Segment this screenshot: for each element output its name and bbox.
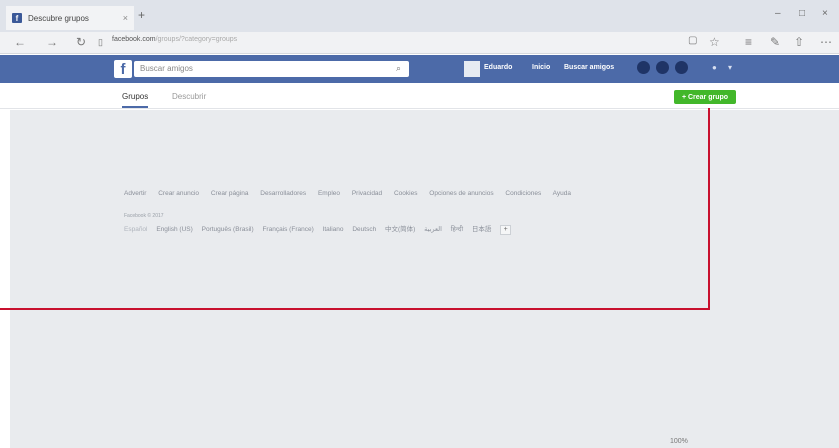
reload-icon[interactable]: ↻ <box>76 35 86 49</box>
web-note-icon[interactable]: ✎ <box>770 35 780 49</box>
footer-link[interactable]: Advertir <box>124 190 146 197</box>
language-link[interactable]: Deutsch <box>352 226 376 233</box>
address-bar: ← → ↻ ▯ facebook.com/groups/?category=gr… <box>0 32 839 54</box>
account-menu-icon[interactable]: ▾ <box>728 63 732 72</box>
url-domain: facebook.com <box>112 36 156 43</box>
profile-link[interactable]: Eduardo <box>484 64 512 71</box>
footer-link[interactable]: Crear página <box>211 190 249 197</box>
notifications-icon[interactable] <box>675 61 688 74</box>
tab-groups[interactable]: Grupos <box>122 92 149 108</box>
reading-view-icon[interactable]: ▢ <box>688 35 697 46</box>
lock-icon: ▯ <box>98 37 103 47</box>
quick-help-icon[interactable]: ● <box>712 63 717 72</box>
facebook-logo-icon[interactable]: f <box>114 60 132 78</box>
tab-close-icon[interactable]: × <box>123 13 128 23</box>
zoom-status: 100% <box>670 438 688 445</box>
main-content <box>10 110 839 448</box>
facebook-top-bar: f Buscar amigos ⌕ Eduardo Inicio Buscar … <box>0 55 839 83</box>
footer-link[interactable]: Cookies <box>394 190 417 197</box>
language-link[interactable]: 日本語 <box>472 226 492 233</box>
back-icon[interactable]: ← <box>14 35 26 49</box>
more-languages-button[interactable]: + <box>500 225 512 235</box>
footer-link[interactable]: Ayuda <box>553 190 571 197</box>
url-path: /groups/?category=groups <box>155 36 238 43</box>
footer-link[interactable]: Privacidad <box>352 190 382 197</box>
find-friends-link[interactable]: Buscar amigos <box>564 64 614 71</box>
forward-icon[interactable]: → <box>46 35 58 49</box>
maximize-button[interactable]: □ <box>799 8 805 19</box>
search-placeholder: Buscar amigos <box>140 64 193 73</box>
minimize-button[interactable]: – <box>775 8 781 19</box>
home-link[interactable]: Inicio <box>532 64 550 71</box>
footer-links: Advertir Crear anuncio Crear página Desa… <box>124 190 581 197</box>
callout-line-horizontal <box>0 308 710 310</box>
more-icon[interactable]: ⋯ <box>820 35 832 49</box>
tab-title: Descubre grupos <box>28 13 89 23</box>
share-icon[interactable]: ⇧ <box>794 35 804 49</box>
footer-link[interactable]: Opciones de anuncios <box>429 190 493 197</box>
language-link[interactable]: 中文(简体) <box>385 226 415 233</box>
hub-icon[interactable]: ≡ <box>745 35 752 49</box>
tab-strip: f Descubre grupos × + – □ × <box>0 0 839 32</box>
footer-link[interactable]: Empleo <box>318 190 340 197</box>
language-selector: Español English (US) Português (Brasil) … <box>124 223 518 235</box>
tab-discover[interactable]: Descubrir <box>172 92 206 101</box>
callout-line-vertical <box>708 108 710 310</box>
footer-link[interactable]: Crear anuncio <box>158 190 199 197</box>
browser-tab[interactable]: f Descubre grupos × <box>6 6 134 30</box>
url-field[interactable]: facebook.com/groups/?category=groups <box>112 36 237 43</box>
facebook-favicon-icon: f <box>12 13 22 23</box>
footer-link[interactable]: Condiciones <box>505 190 541 197</box>
language-link[interactable]: Français (France) <box>262 226 313 233</box>
avatar[interactable] <box>464 61 480 77</box>
search-input[interactable]: Buscar amigos ⌕ <box>134 61 409 77</box>
language-link[interactable]: English (US) <box>156 226 192 233</box>
language-link[interactable]: हिन्दी <box>451 226 463 233</box>
copyright: Facebook © 2017 <box>124 213 164 219</box>
language-link[interactable]: Italiano <box>323 226 344 233</box>
close-window-button[interactable]: × <box>822 8 828 19</box>
language-link[interactable]: Português (Brasil) <box>202 226 254 233</box>
footer-link[interactable]: Desarrolladores <box>260 190 306 197</box>
new-tab-button[interactable]: + <box>138 8 145 22</box>
favorite-star-icon[interactable]: ☆ <box>709 35 720 49</box>
language-current: Español <box>124 226 148 233</box>
friend-requests-icon[interactable] <box>637 61 650 74</box>
language-link[interactable]: العربية <box>424 226 442 233</box>
search-icon[interactable]: ⌕ <box>396 63 401 74</box>
create-group-button[interactable]: + Crear grupo <box>674 90 736 104</box>
messages-icon[interactable] <box>656 61 669 74</box>
